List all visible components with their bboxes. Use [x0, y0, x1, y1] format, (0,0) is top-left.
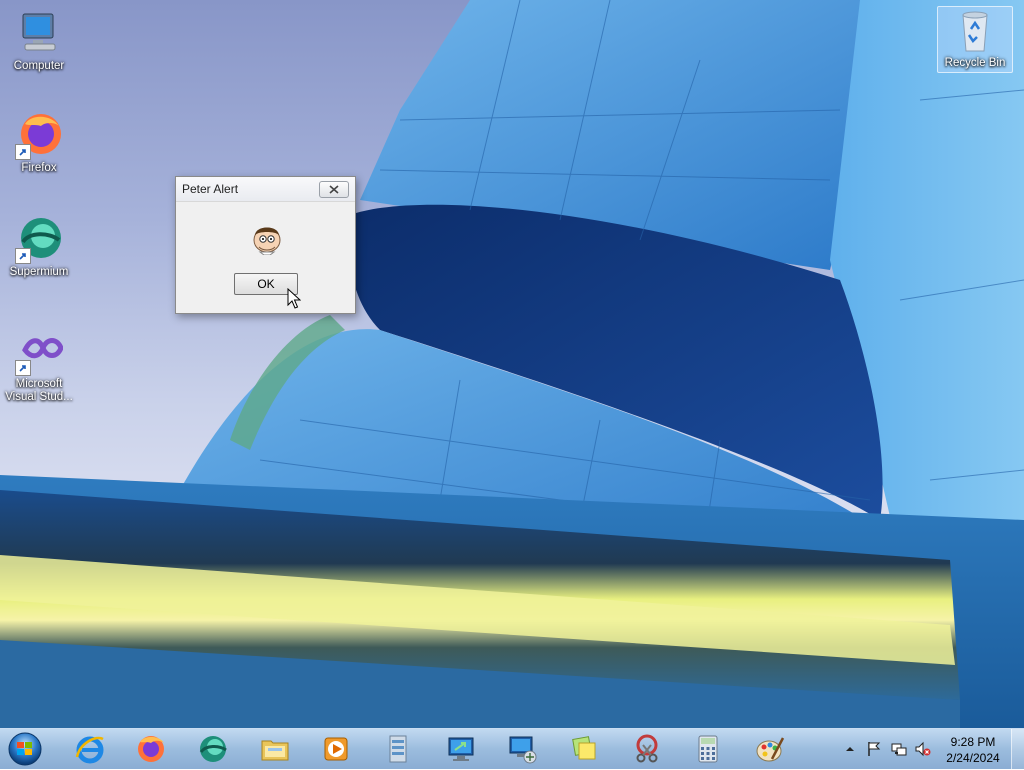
taskbar-media-player[interactable]: [314, 731, 358, 767]
desktop-icon-visual-studio[interactable]: Microsoft Visual Stud...: [3, 328, 75, 404]
taskbar-remote-desktop[interactable]: [439, 731, 483, 767]
desktop: Computer Firefox Supermium Microsoft Vis…: [0, 0, 1024, 728]
desktop-icon-label: Recycle Bin: [944, 57, 1006, 69]
action-center-flag-icon[interactable]: [866, 741, 882, 757]
close-icon: [329, 185, 339, 194]
paint-icon: [756, 737, 785, 762]
desktop-icon-label: Computer: [13, 60, 65, 72]
internet-explorer-icon: [75, 736, 104, 764]
remote-desktop-icon: [448, 737, 474, 761]
file-explorer-icon: [261, 740, 289, 761]
taskbar-sticky-notes[interactable]: [562, 731, 606, 767]
windows-orb-icon: [8, 732, 42, 766]
volume-muted-icon[interactable]: [915, 741, 931, 757]
visual-studio-icon: [15, 328, 64, 376]
sticky-notes-icon: [572, 736, 596, 760]
supermium-icon: [15, 216, 63, 264]
shortcut-arrow-icon: [15, 144, 31, 160]
desktop-icon-firefox[interactable]: Firefox: [3, 112, 75, 175]
recycle-bin-icon: [951, 7, 999, 55]
taskbar-calculator[interactable]: [686, 731, 730, 767]
system-clock[interactable]: 9:28 PM 2/24/2024: [940, 734, 1006, 766]
media-player-icon: [324, 737, 348, 761]
mouse-cursor-icon: [287, 288, 301, 309]
taskbar-internet-explorer[interactable]: [68, 731, 112, 767]
taskbar-supermium[interactable]: [191, 731, 235, 767]
peter-face-icon: [250, 221, 284, 256]
desktop-icon-computer[interactable]: Computer: [3, 10, 75, 73]
taskbar-snipping-tool[interactable]: [625, 731, 669, 767]
network-icon[interactable]: [891, 741, 907, 757]
firefox-icon: [138, 736, 164, 762]
taskbar-file-explorer[interactable]: [253, 731, 297, 767]
shortcut-arrow-icon: [15, 360, 31, 376]
dialog-close-button[interactable]: [319, 181, 349, 198]
show-desktop-button[interactable]: [1011, 729, 1024, 769]
network-computer-icon: [509, 736, 537, 764]
clock-time: 9:28 PM: [950, 735, 996, 749]
wallpaper: [0, 0, 1024, 728]
computer-icon: [15, 10, 63, 58]
taskbar-firefox[interactable]: [129, 731, 173, 767]
desktop-icon-label: Supermium: [9, 266, 69, 278]
shortcut-arrow-icon: [15, 248, 31, 264]
desktop-icon-recycle-bin[interactable]: Recycle Bin: [937, 6, 1013, 73]
desktop-icon-label: Microsoft Visual Stud...: [5, 378, 73, 403]
show-hidden-icons-icon[interactable]: [845, 743, 855, 757]
peter-alert-dialog: Peter Alert OK: [175, 176, 356, 314]
firefox-icon: [15, 112, 63, 160]
snipping-tool-icon: [636, 734, 658, 763]
calculator-icon: [698, 735, 718, 763]
taskbar-paint[interactable]: [748, 731, 792, 767]
clock-date: 2/24/2024: [946, 751, 1000, 765]
file-manager-icon: [389, 735, 407, 763]
taskbar-file-manager[interactable]: [375, 731, 419, 767]
desktop-icon-supermium[interactable]: Supermium: [3, 216, 75, 279]
taskbar: 9:28 PM 2/24/2024: [0, 728, 1024, 769]
desktop-icon-label: Firefox: [21, 162, 57, 174]
start-button[interactable]: [6, 731, 44, 767]
taskbar-network-computer[interactable]: [500, 731, 544, 767]
dialog-titlebar[interactable]: Peter Alert: [176, 177, 355, 202]
supermium-icon: [199, 736, 227, 762]
dialog-title: Peter Alert: [182, 182, 239, 196]
